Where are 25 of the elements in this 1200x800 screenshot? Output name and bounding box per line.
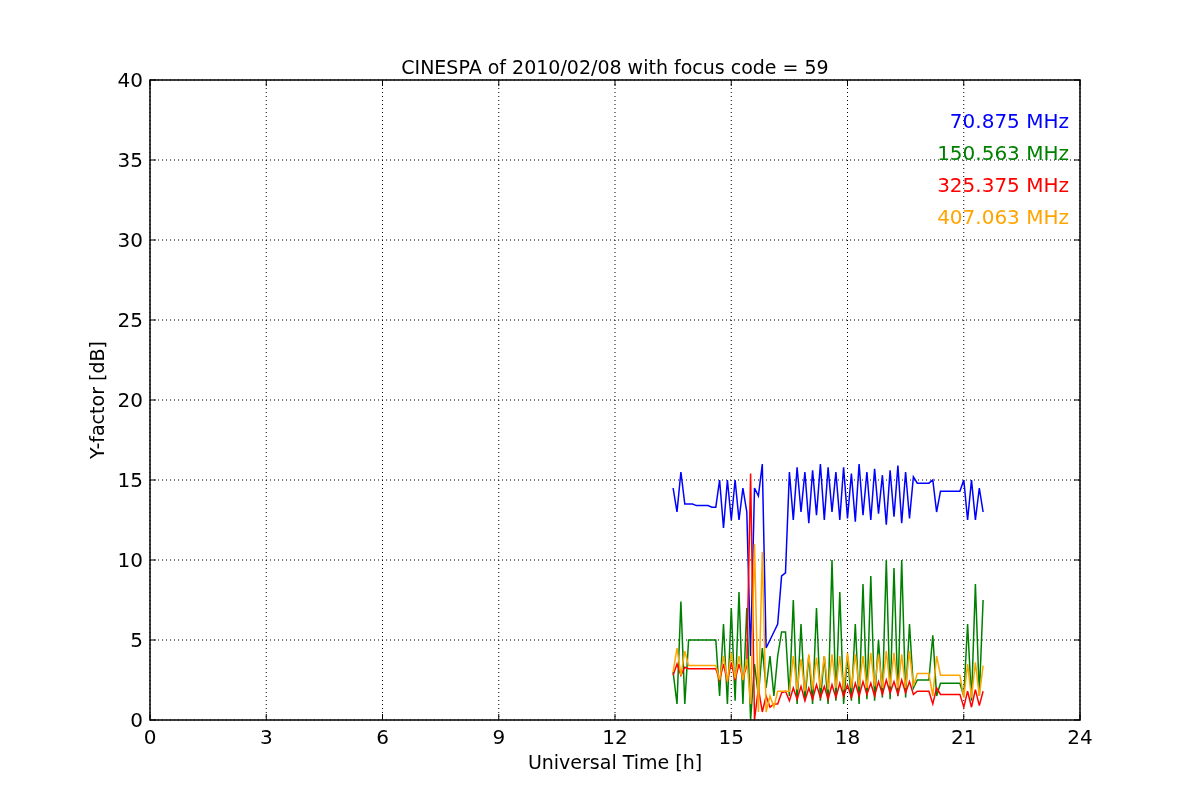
x-tick-label: 3 (259, 725, 273, 749)
y-tick-label: 30 (117, 228, 143, 252)
legend-label: 325.375 MHz (937, 173, 1069, 197)
x-tick-label: 0 (143, 725, 157, 749)
x-axis-label: Universal Time [h] (527, 751, 703, 773)
x-tick-label: 15 (718, 725, 744, 749)
y-tick-label: 10 (117, 548, 143, 572)
y-tick-label: 35 (117, 148, 143, 172)
y-tick-label: 15 (117, 468, 143, 492)
y-axis-label: Y-factor [dB] (86, 341, 108, 459)
chart-title: CINESPA of 2010/02/08 with focus code = 59 (401, 56, 829, 78)
y-tick-label: 20 (117, 388, 143, 412)
x-tick-label: 21 (951, 725, 977, 749)
x-tick-label: 9 (492, 725, 506, 749)
legend-label: 150.563 MHz (937, 141, 1069, 165)
x-tick-label: 12 (602, 725, 628, 749)
x-tick-label: 24 (1067, 725, 1093, 749)
legend-label: 70.875 MHz (949, 109, 1069, 133)
y-tick-label: 5 (130, 628, 143, 652)
legend-label: 407.063 MHz (937, 205, 1069, 229)
x-tick-label: 6 (376, 725, 389, 749)
y-tick-label: 25 (117, 308, 143, 332)
y-tick-label: 0 (130, 708, 143, 732)
x-tick-label: 18 (834, 725, 861, 749)
y-tick-label: 40 (117, 68, 143, 92)
